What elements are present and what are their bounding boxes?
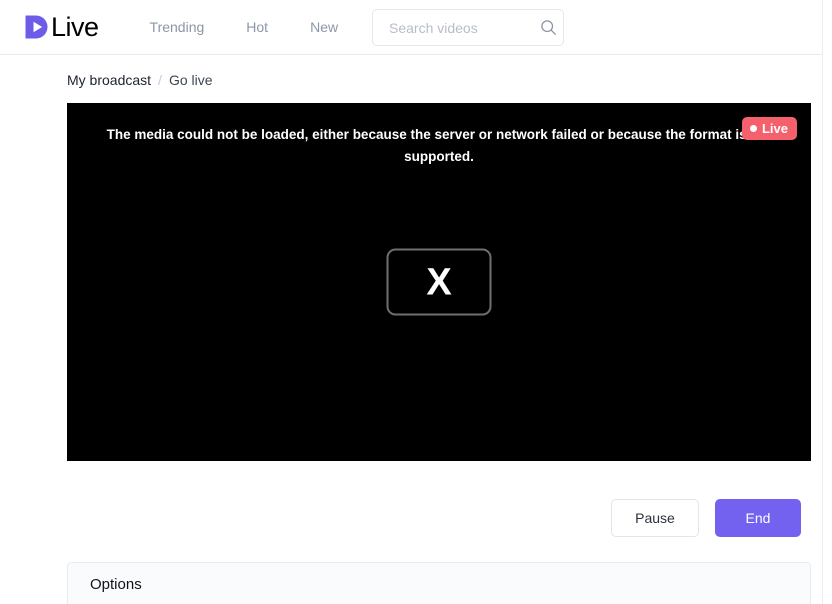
- breadcrumb-item-my-broadcast[interactable]: My broadcast: [67, 72, 151, 88]
- error-x-icon: X: [426, 261, 452, 303]
- search-icon[interactable]: [533, 19, 563, 36]
- search-box[interactable]: [372, 9, 564, 46]
- end-button[interactable]: End: [715, 499, 801, 537]
- player-error-message: The media could not be loaded, either be…: [106, 127, 772, 164]
- nav-link-trending[interactable]: Trending: [136, 19, 219, 35]
- dlive-play-logo-icon: [24, 14, 50, 40]
- vertical-scrollbar[interactable]: [822, 0, 832, 604]
- site-header: Live Trending Hot New: [0, 0, 822, 55]
- breadcrumb: My broadcast / Go live: [67, 72, 213, 88]
- nav-link-new[interactable]: New: [296, 19, 352, 35]
- primary-nav: Trending Hot New: [136, 19, 353, 35]
- video-player[interactable]: The media could not be loaded, either be…: [67, 103, 811, 461]
- options-panel-title: Options: [90, 576, 142, 593]
- page-root: Live Trending Hot New My broadcast / Go …: [0, 0, 832, 604]
- live-status-badge: Live: [741, 117, 797, 140]
- broadcast-actions: Pause End: [611, 499, 801, 537]
- pause-button[interactable]: Pause: [611, 499, 699, 537]
- breadcrumb-item-go-live[interactable]: Go live: [169, 72, 213, 88]
- nav-link-hot[interactable]: Hot: [232, 19, 282, 35]
- dlive-logo[interactable]: Live: [24, 11, 99, 42]
- player-error-icon: X: [386, 248, 492, 316]
- options-panel: Options: [67, 562, 811, 604]
- search-input[interactable]: [373, 10, 533, 45]
- live-dot-icon: [749, 125, 757, 132]
- live-badge-label: Live: [761, 121, 788, 136]
- logo-wordmark: Live: [51, 11, 99, 42]
- breadcrumb-separator: /: [158, 72, 162, 88]
